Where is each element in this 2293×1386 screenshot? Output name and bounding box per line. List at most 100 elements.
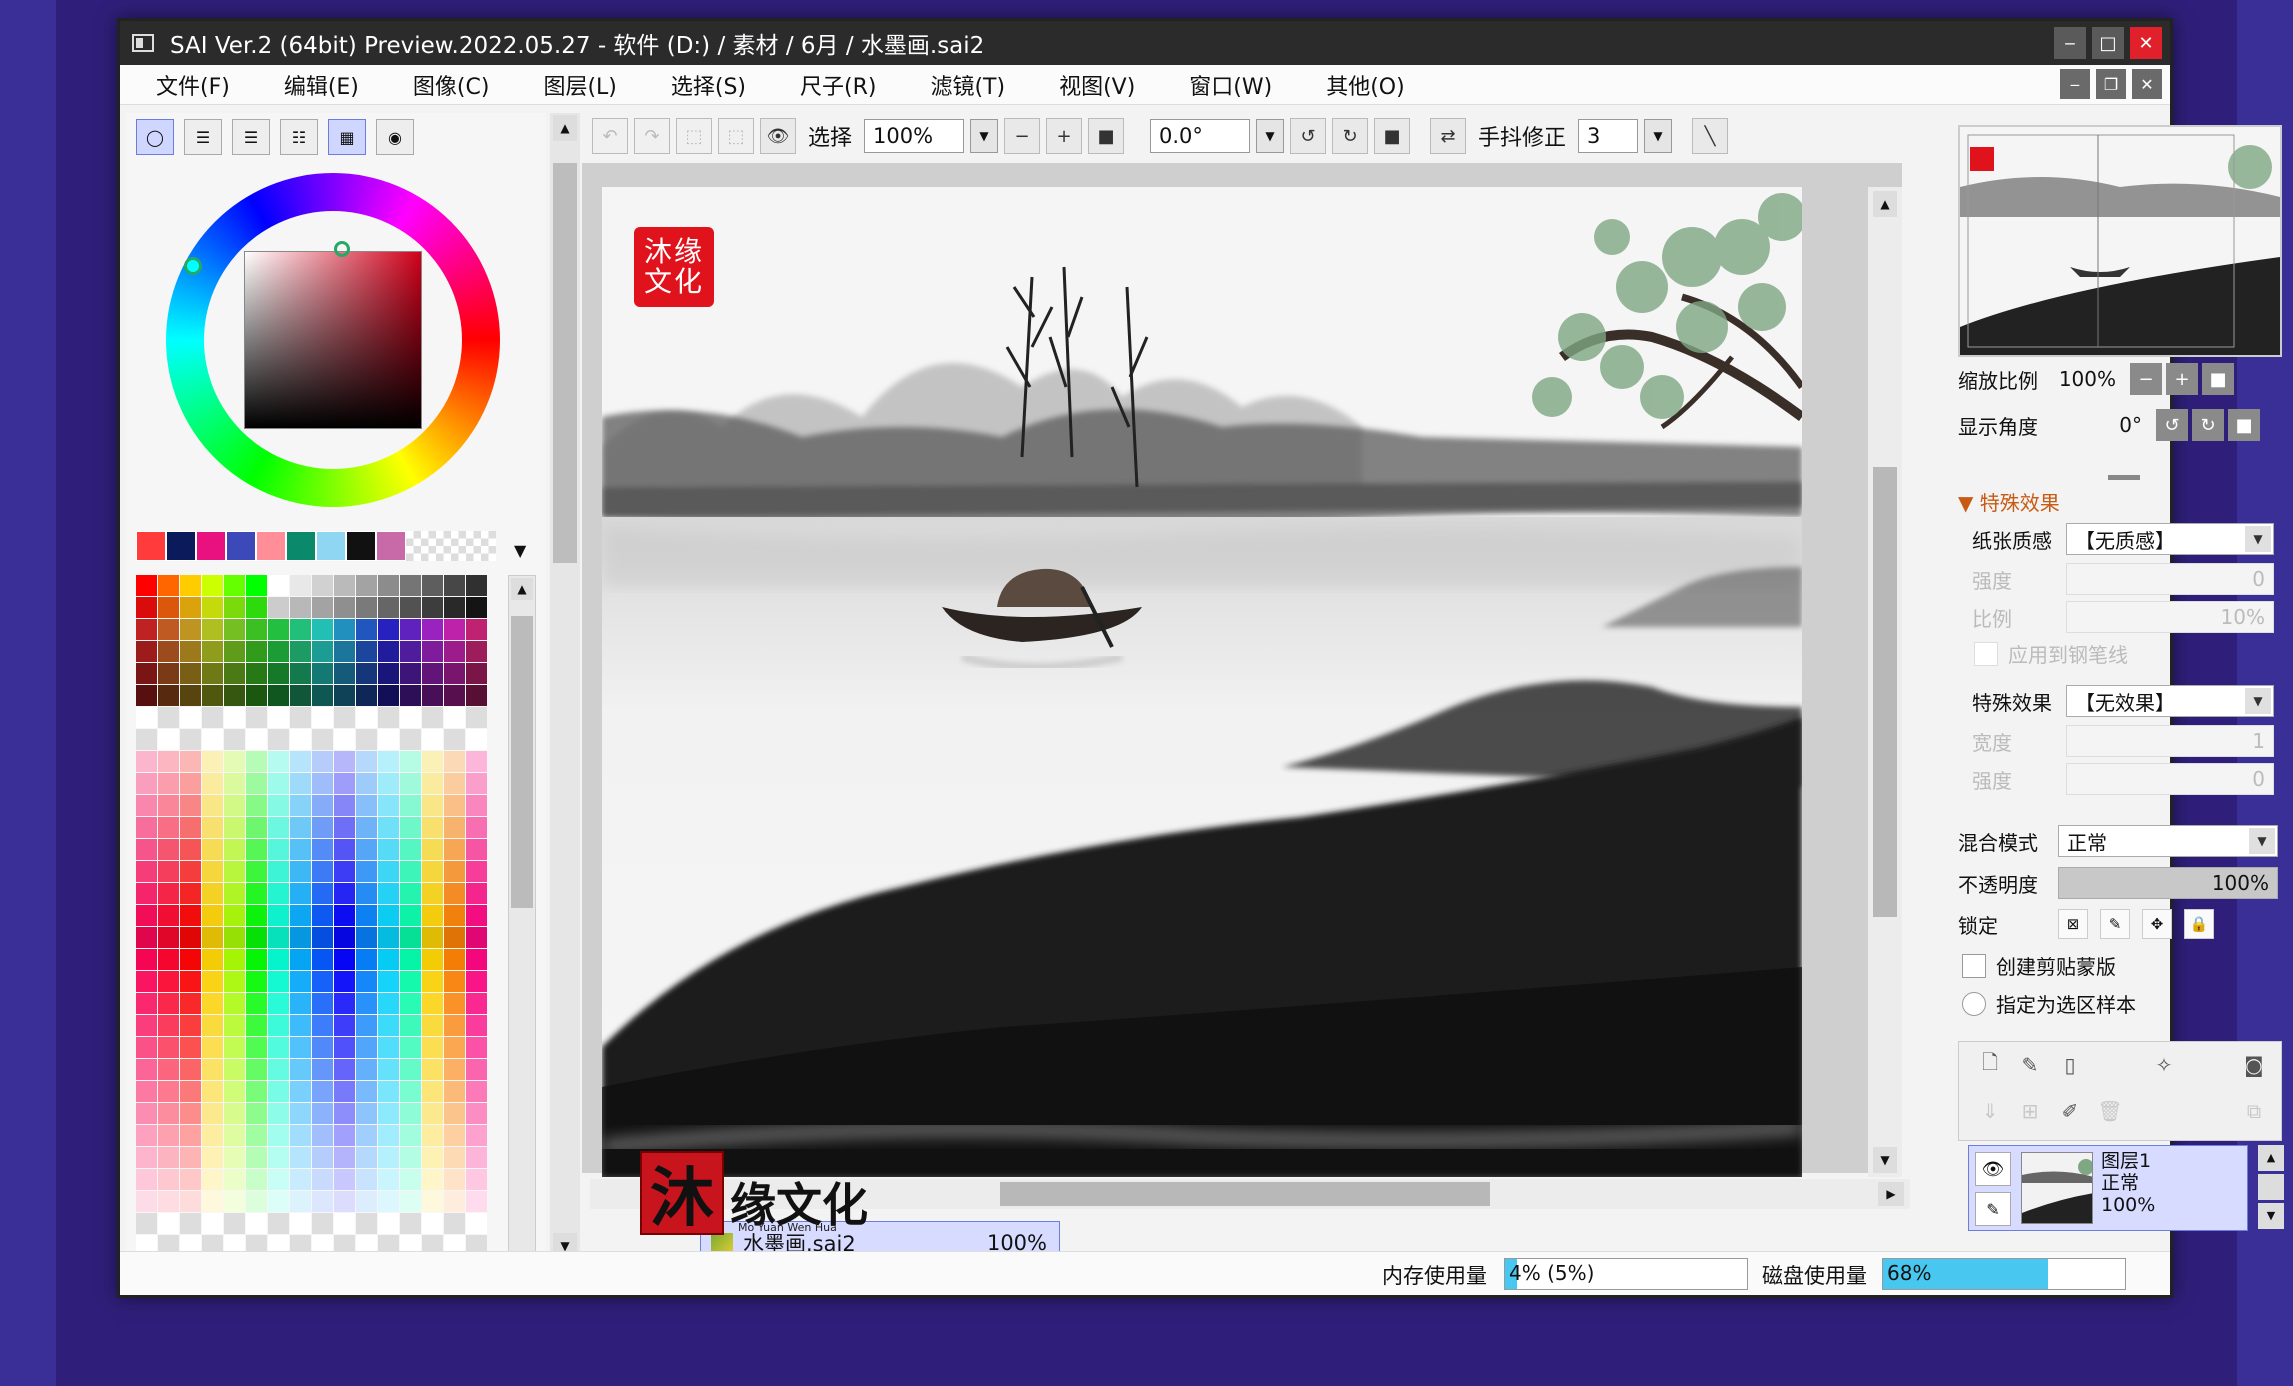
palette-cell[interactable] — [180, 905, 201, 926]
palette-cell[interactable] — [312, 1081, 333, 1102]
palette-cell[interactable] — [246, 1125, 267, 1146]
nav-rotate-left-button[interactable]: ↺ — [2156, 409, 2188, 441]
palette-cell[interactable] — [158, 751, 179, 772]
palette-cell[interactable] — [400, 1191, 421, 1212]
palette-cell[interactable] — [202, 839, 223, 860]
menu-file[interactable]: 文件(F) — [156, 69, 230, 101]
menu-other[interactable]: 其他(O) — [1326, 69, 1404, 101]
palette-cell[interactable] — [378, 575, 399, 596]
palette-cell[interactable] — [290, 1015, 311, 1036]
palette-cell[interactable] — [444, 949, 465, 970]
palette-cell[interactable] — [268, 685, 289, 706]
palette-cell[interactable] — [444, 729, 465, 750]
palette-cell[interactable] — [378, 663, 399, 684]
palette-cell[interactable] — [268, 949, 289, 970]
doc-minimize-button[interactable]: ‒ — [2060, 69, 2090, 99]
palette-cell[interactable] — [444, 1103, 465, 1124]
palette-cell[interactable] — [378, 949, 399, 970]
palette-cell[interactable] — [202, 575, 223, 596]
palette-cell[interactable] — [136, 1169, 157, 1190]
recent-color-swatch[interactable] — [316, 531, 346, 561]
palette-cell[interactable] — [290, 993, 311, 1014]
palette-cell[interactable] — [400, 1103, 421, 1124]
palette-cell[interactable] — [444, 641, 465, 662]
palette-cell[interactable] — [158, 773, 179, 794]
hsv-slider-tab[interactable]: ☰ — [232, 119, 270, 155]
palette-cell[interactable] — [378, 795, 399, 816]
palette-cell[interactable] — [268, 795, 289, 816]
palette-cell[interactable] — [356, 707, 377, 728]
palette-cell[interactable] — [158, 729, 179, 750]
color-wheel[interactable] — [166, 173, 500, 507]
palette-cell[interactable] — [158, 641, 179, 662]
palette-cell[interactable] — [224, 795, 245, 816]
palette-cell[interactable] — [290, 597, 311, 618]
palette-cell[interactable] — [202, 1103, 223, 1124]
palette-cell[interactable] — [312, 1015, 333, 1036]
palette-cell[interactable] — [202, 1125, 223, 1146]
navigator-preview[interactable] — [1958, 125, 2282, 357]
palette-cell[interactable] — [422, 707, 443, 728]
palette-cell[interactable] — [158, 949, 179, 970]
scroll-down-icon[interactable]: ▼ — [2258, 1203, 2284, 1229]
palette-scroll-thumb[interactable] — [511, 616, 533, 908]
palette-cell[interactable] — [334, 1103, 355, 1124]
palette-cell[interactable] — [378, 1015, 399, 1036]
palette-cell[interactable] — [180, 575, 201, 596]
palette-cell[interactable] — [180, 773, 201, 794]
palette-cell[interactable] — [334, 1125, 355, 1146]
paper-texture-select[interactable]: 【无质感】 ▼ — [2066, 523, 2274, 555]
panel-scroll-thumb[interactable] — [553, 163, 577, 563]
palette-cell[interactable] — [290, 663, 311, 684]
palette-cell[interactable] — [290, 905, 311, 926]
palette-cell[interactable] — [312, 993, 333, 1014]
palette-cell[interactable] — [158, 839, 179, 860]
palette-cell[interactable] — [202, 927, 223, 948]
palette-cell[interactable] — [422, 641, 443, 662]
palette-cell[interactable] — [180, 1059, 201, 1080]
palette-cell[interactable] — [246, 839, 267, 860]
palette-cell[interactable] — [400, 729, 421, 750]
minimize-button[interactable]: ‒ — [2054, 27, 2086, 59]
palette-cell[interactable] — [466, 1169, 487, 1190]
palette-cell[interactable] — [422, 817, 443, 838]
palette-cell[interactable] — [246, 905, 267, 926]
color-palette[interactable] — [136, 575, 487, 1261]
palette-cell[interactable] — [158, 1103, 179, 1124]
palette-cell[interactable] — [136, 1037, 157, 1058]
palette-cell[interactable] — [422, 861, 443, 882]
palette-cell[interactable] — [290, 685, 311, 706]
pen-icon[interactable]: ✎ — [1975, 1192, 2011, 1226]
palette-cell[interactable] — [466, 905, 487, 926]
recent-color-swatch[interactable] — [256, 531, 286, 561]
palette-cell[interactable] — [444, 663, 465, 684]
palette-cell[interactable] — [334, 1213, 355, 1234]
lock-transparency-icon[interactable]: ⊠ — [2058, 909, 2088, 939]
palette-cell[interactable] — [202, 1059, 223, 1080]
palette-cell[interactable] — [378, 1125, 399, 1146]
palette-cell[interactable] — [224, 1103, 245, 1124]
palette-cell[interactable] — [422, 795, 443, 816]
palette-cell[interactable] — [224, 883, 245, 904]
stabilizer-field[interactable]: 3 — [1578, 119, 1639, 153]
palette-cell[interactable] — [246, 1081, 267, 1102]
palette-cell[interactable] — [312, 575, 333, 596]
lock-paint-icon[interactable]: ✎ — [2100, 909, 2130, 939]
palette-cell[interactable] — [334, 927, 355, 948]
palette-cell[interactable] — [180, 619, 201, 640]
maximize-button[interactable]: □ — [2092, 27, 2124, 59]
palette-cell[interactable] — [202, 817, 223, 838]
palette-cell[interactable] — [224, 641, 245, 662]
palette-cell[interactable] — [224, 905, 245, 926]
palette-cell[interactable] — [466, 1037, 487, 1058]
palette-cell[interactable] — [378, 751, 399, 772]
palette-cell[interactable] — [400, 641, 421, 662]
palette-cell[interactable] — [378, 839, 399, 860]
palette-cell[interactable] — [400, 949, 421, 970]
palette-cell[interactable] — [400, 1059, 421, 1080]
palette-cell[interactable] — [180, 1213, 201, 1234]
palette-cell[interactable] — [136, 1125, 157, 1146]
swatch-tab[interactable]: ▦ — [328, 119, 366, 155]
palette-cell[interactable] — [290, 773, 311, 794]
palette-cell[interactable] — [136, 861, 157, 882]
